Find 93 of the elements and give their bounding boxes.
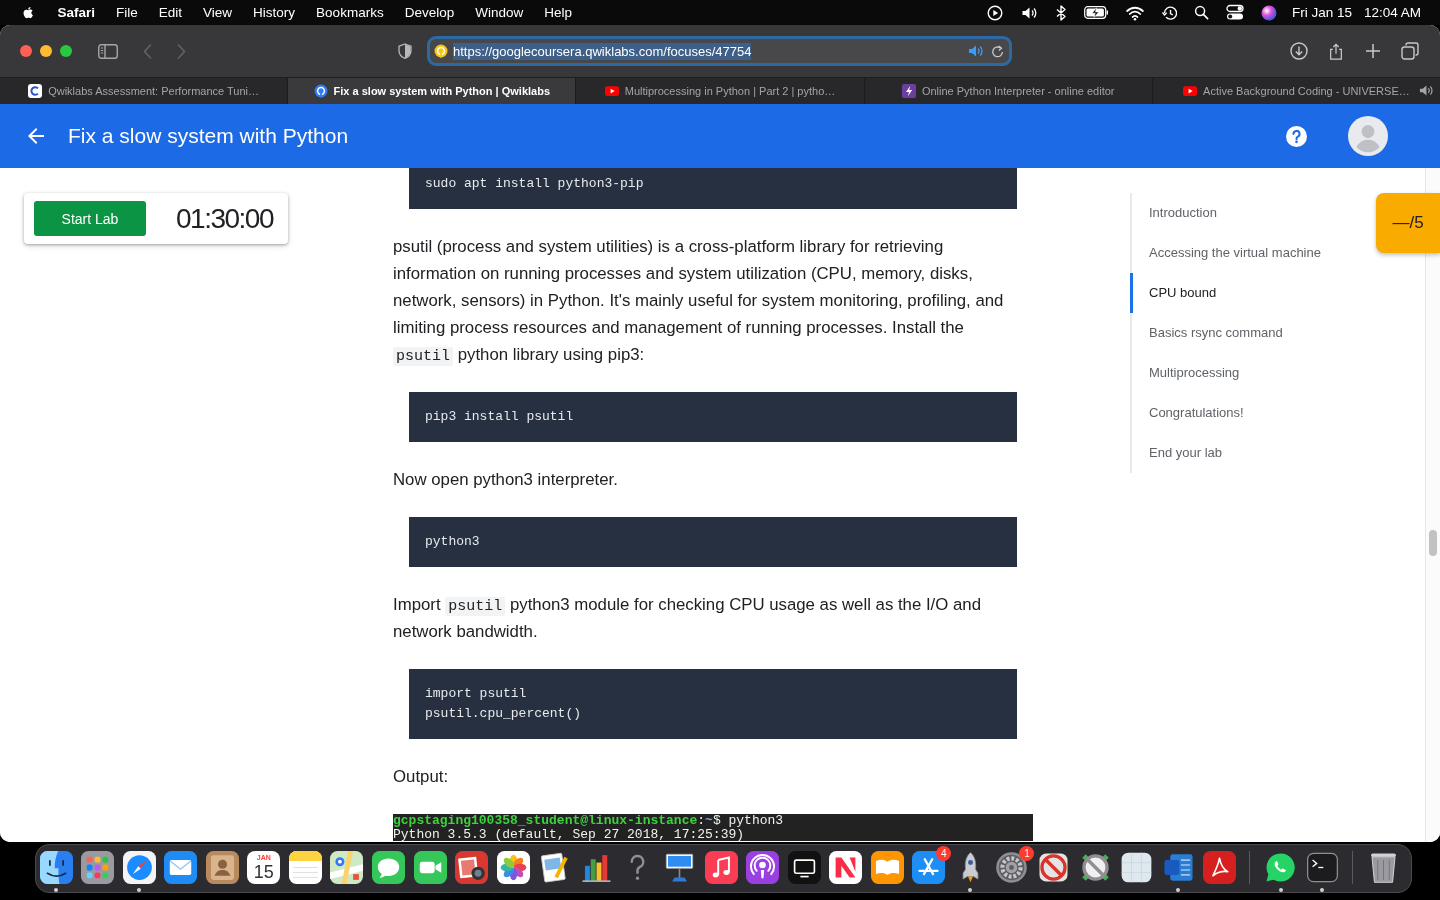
plus-icon[interactable] [1366, 44, 1380, 58]
bolt-logo-icon [901, 84, 916, 98]
toggles-icon[interactable] [1226, 4, 1245, 21]
menu-item[interactable]: Bookmarks [305, 5, 395, 20]
podcast-icon[interactable] [746, 851, 780, 884]
wifi-icon[interactable] [1126, 4, 1145, 21]
arc-logo-icon [28, 84, 43, 98]
menu-item[interactable]: Help [533, 5, 583, 20]
envelope-icon[interactable] [164, 851, 198, 884]
code-block: pip3 install psutil [409, 392, 1017, 442]
code-block: python3 [409, 517, 1017, 567]
search-icon[interactable] [1194, 5, 1210, 20]
apple-icon[interactable] [21, 4, 36, 21]
bluetooth-icon[interactable] [1055, 4, 1068, 21]
orb-icon[interactable] [1261, 4, 1278, 21]
score-badge: —/5 [1376, 193, 1440, 253]
crossed-lines-icon[interactable] [912, 851, 946, 884]
paragraph: Output: [393, 766, 450, 788]
minimize-button[interactable] [40, 45, 52, 57]
toc-link[interactable]: Congratulations! [1130, 393, 1250, 433]
phone-bubble-icon[interactable] [1264, 851, 1298, 884]
video-camera-icon[interactable] [413, 851, 447, 884]
compass-icon[interactable] [122, 851, 156, 884]
code-block: import psutil psutil.cpu_percent() [409, 669, 1017, 739]
menu-item[interactable]: Develop [394, 5, 465, 20]
share-icon[interactable] [1328, 41, 1344, 61]
menu-item[interactable]: File [105, 5, 149, 20]
app-grid-icon[interactable] [81, 851, 115, 884]
sidebar-icon[interactable] [98, 43, 118, 59]
document-lines-icon[interactable] [1161, 851, 1195, 884]
app-menu[interactable]: Safari [47, 5, 106, 20]
play-logo-icon [1183, 84, 1198, 98]
play-circle-icon[interactable] [987, 4, 1004, 21]
browser-tab[interactable]: Fix a slow system with Python | Qwiklabs [288, 78, 577, 104]
address-field[interactable]: https://googlecoursera.qwiklabs.com/focuses/47754 [427, 36, 1012, 66]
menu-item[interactable]: Window [464, 5, 534, 20]
browser-tab[interactable]: Active Background Coding - UNIVERSE… [1152, 78, 1440, 104]
close-button[interactable] [20, 45, 32, 57]
menu-item[interactable]: Edit [148, 5, 193, 20]
paragraph: Import psutil python3 module for checking CPU usage as well as the I/O and network bandwidth. [393, 594, 982, 643]
url-text[interactable]: https://googlecoursera.qwiklabs.com/focuses/47754 [453, 42, 752, 60]
paragraph: psutil (process and system utilities) is a cross-platform library for retrieving information on running processes and system utilization (CPU, memory, disks, network, sensors) in Python. It's mainly useful for system monitoring, profiling, and limiting process resources and management of running processes. Install the psutil python library using pip3: [393, 236, 1005, 368]
terminal-line: gcpstaging100358_student@linux-instance:~$ python3 [393, 814, 785, 828]
speaker-icon[interactable] [1418, 84, 1433, 97]
code-block: sudo apt install python3-pip [409, 168, 1017, 209]
reload-icon[interactable] [991, 44, 1004, 58]
zigzag-logo-icon[interactable] [829, 851, 863, 884]
ring-logo-icon [313, 84, 328, 98]
play-logo-icon [604, 84, 619, 98]
clock-arrow-icon[interactable] [1161, 4, 1178, 21]
photo-camera-icon[interactable] [455, 851, 489, 884]
download-icon[interactable] [1290, 42, 1308, 60]
overlapping-squares-icon[interactable] [1401, 42, 1419, 60]
notification-badge: 4 [936, 846, 952, 861]
page-title: Fix a slow system with Python [68, 124, 350, 148]
chat-bubble-icon[interactable] [372, 851, 405, 884]
terminal-line: Python 3.5.3 (default, Sep 27 2018, 17:25:39) [393, 827, 745, 841]
paragraph: Now open python3 interpreter. [393, 469, 619, 491]
timer-text: 01:30:00 [176, 202, 273, 235]
map-icon[interactable] [330, 851, 364, 884]
notification-badge: 1 [1019, 846, 1035, 861]
swoosh-icon[interactable] [1203, 851, 1237, 884]
contact-card-icon[interactable] [205, 851, 239, 884]
back-arrow-icon[interactable] [28, 128, 44, 144]
television-icon[interactable] [787, 851, 821, 884]
flower-icon[interactable] [496, 851, 530, 884]
toc-link[interactable]: Introduction [1130, 193, 1223, 233]
music-note-icon[interactable] [704, 851, 738, 884]
prohibited-icon[interactable] [1037, 851, 1070, 884]
start-lab-button[interactable]: Start Lab [34, 201, 146, 236]
fullscreen-button[interactable] [60, 45, 72, 57]
ring-logo-icon [434, 44, 448, 58]
menu-item[interactable]: View [192, 5, 243, 20]
avatar-icon[interactable] [1348, 116, 1388, 156]
menu-bar-date[interactable]: Fri Jan 15 [1291, 5, 1352, 20]
toc-link[interactable]: Accessing the virtual machine [1130, 233, 1327, 273]
shield-icon[interactable] [397, 42, 413, 60]
terminal-icon[interactable] [1305, 851, 1339, 884]
open-book-icon[interactable] [870, 851, 904, 884]
toc-link[interactable]: End your lab [1130, 433, 1228, 473]
menu-item[interactable]: History [242, 5, 306, 20]
toc-link[interactable]: Basics rsync command [1130, 313, 1289, 353]
menu-bar-clock[interactable]: 12:04 AM [1363, 5, 1421, 20]
battery-charging-icon[interactable] [1084, 6, 1110, 19]
gear-icon[interactable] [995, 851, 1029, 884]
calendar-day: 15 [253, 862, 274, 882]
scrollbar-thumb[interactable] [1429, 530, 1437, 556]
help-icon[interactable] [1286, 125, 1307, 147]
grid-tile-icon[interactable] [1120, 851, 1154, 884]
toc-link[interactable]: CPU bound [1130, 273, 1223, 313]
notepad-icon[interactable] [288, 851, 322, 884]
toc-link[interactable]: Multiprocessing [1130, 353, 1246, 393]
smiling-face-icon[interactable] [39, 851, 73, 884]
